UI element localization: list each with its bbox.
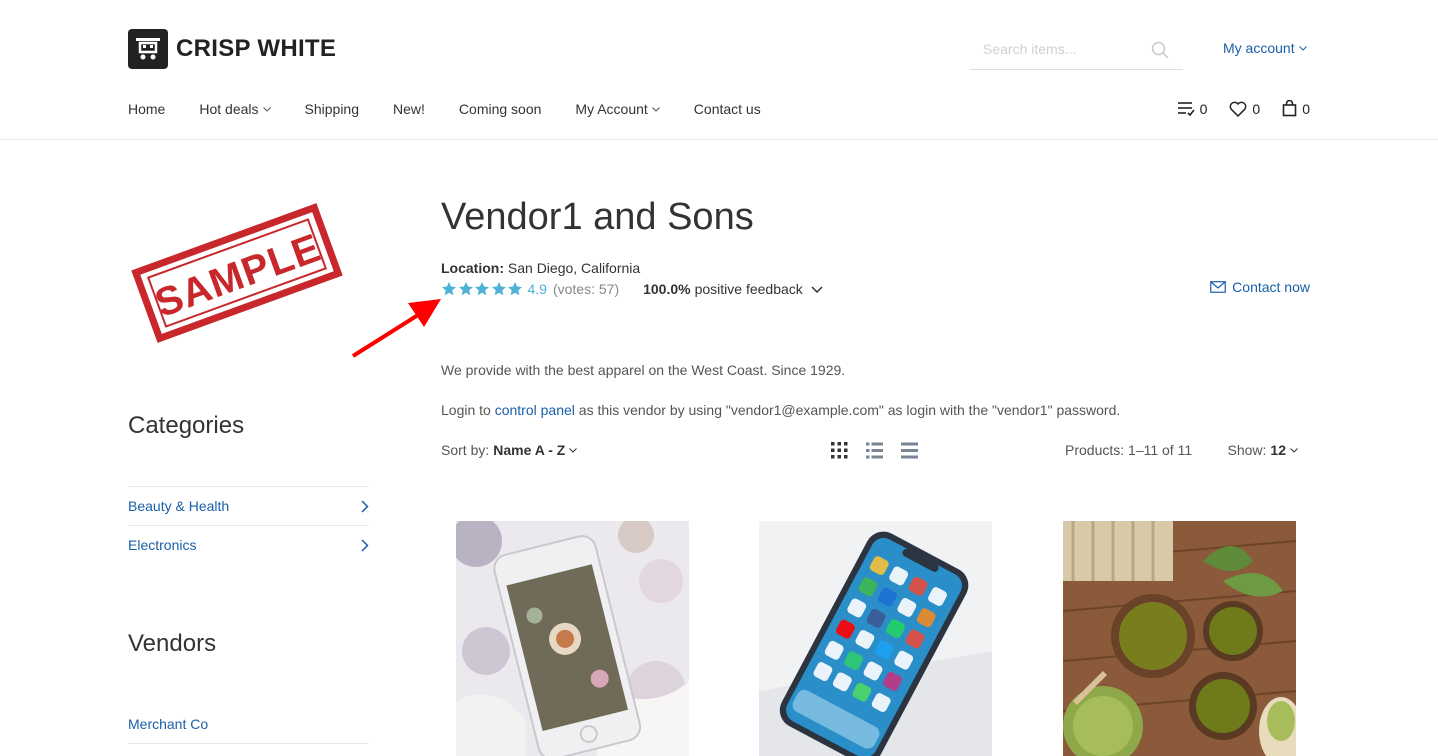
chevron-down-icon <box>651 106 660 112</box>
nav-hot-deals-label: Hot deals <box>199 101 259 117</box>
categories-heading: Categories <box>128 412 245 439</box>
site-header: CRISP WHITE My account Home Hot deals Sh… <box>0 0 1438 140</box>
cart-count: 0 <box>1302 100 1310 117</box>
annotation-arrow-icon <box>351 299 441 358</box>
compare-list-icon <box>1177 101 1195 116</box>
sort-value: Name A - Z <box>493 442 566 458</box>
vendors-list: Merchant Co <box>128 705 369 744</box>
vendor-title: Vendor1 and Sons <box>441 196 754 238</box>
feedback-percent: 100.0% <box>643 281 691 297</box>
nav-hot-deals[interactable]: Hot deals <box>199 98 271 120</box>
cart-counter[interactable]: 0 <box>1282 100 1310 117</box>
rating-value: 4.9 <box>527 281 547 297</box>
star-icon <box>491 282 506 296</box>
product-image-phone-in-hand[interactable] <box>456 521 689 756</box>
brand-name: CRISP WHITE <box>176 35 337 62</box>
main-nav: Home Hot deals Shipping New! Coming soon… <box>128 98 795 120</box>
vendor-rating-row: 4.9 (votes: 57) 100.0% positive feedback <box>441 281 823 297</box>
nav-coming-soon-label: Coming soon <box>458 101 542 117</box>
search-input[interactable] <box>970 30 1145 68</box>
nav-my-account-label: My Account <box>575 101 648 117</box>
chevron-down-icon <box>811 285 823 293</box>
envelope-icon <box>1210 281 1227 293</box>
nav-coming-soon[interactable]: Coming soon <box>459 98 542 120</box>
star-icon <box>475 282 489 296</box>
nav-shipping[interactable]: Shipping <box>305 98 360 120</box>
login-suffix: as this vendor by using "vendor1@example… <box>578 402 1121 418</box>
category-beauty-health[interactable]: Beauty & Health <box>128 486 369 525</box>
category-label: Electronics <box>128 537 197 553</box>
category-electronics[interactable]: Electronics <box>128 525 369 564</box>
my-account-dropdown[interactable]: My account <box>1223 40 1307 56</box>
product-image-iphone[interactable] <box>759 521 992 756</box>
nav-new-label: New! <box>393 101 425 117</box>
wishlist-counter[interactable]: 0 <box>1229 101 1260 117</box>
category-label: Beauty & Health <box>128 498 230 514</box>
rating-stars <box>441 281 524 297</box>
search-icon[interactable] <box>1151 41 1169 62</box>
login-prefix: Login to <box>441 402 491 418</box>
vendor-logo-sample: SAMPLE <box>128 200 346 346</box>
header-counters: 0 0 0 <box>1155 100 1310 117</box>
show-value: 12 <box>1270 442 1286 458</box>
view-mode-switcher <box>831 442 936 459</box>
nav-home[interactable]: Home <box>128 98 165 120</box>
chevron-down-icon <box>569 447 578 453</box>
grid-view-icon[interactable] <box>831 442 848 459</box>
compare-count: 0 <box>1199 100 1208 117</box>
heart-icon <box>1230 101 1247 117</box>
chevron-down-icon <box>262 106 271 112</box>
chevron-right-icon <box>361 499 369 513</box>
list-view-icon[interactable] <box>866 442 883 459</box>
chevron-right-icon <box>361 538 369 552</box>
compare-counter[interactable]: 0 <box>1177 100 1208 117</box>
categories-list: Beauty & Health Electronics <box>128 486 369 564</box>
my-account-label: My account <box>1223 40 1295 56</box>
products-count: Products: 1–11 of 11 <box>1065 442 1193 458</box>
nav-contact-us-label: Contact us <box>693 101 761 117</box>
sort-dropdown[interactable]: Sort by: Name A - Z <box>441 442 578 458</box>
chevron-down-icon <box>1290 447 1298 453</box>
nav-contact-us[interactable]: Contact us <box>694 98 761 120</box>
vendor-merchant-co[interactable]: Merchant Co <box>128 705 369 744</box>
cart-logo-icon <box>128 29 168 69</box>
chevron-down-icon <box>1298 45 1307 51</box>
nav-home-label: Home <box>128 101 166 117</box>
rating-votes: (votes: 57) <box>552 281 620 297</box>
product-image-matcha-tea[interactable] <box>1063 521 1296 756</box>
show-per-page-dropdown[interactable]: Show: 12 <box>1228 442 1299 458</box>
sort-label: Sort by: <box>441 442 490 458</box>
vendor-label: Merchant Co <box>128 716 209 732</box>
brand-logo[interactable]: CRISP WHITE <box>128 29 336 69</box>
control-panel-link[interactable]: control panel <box>495 402 575 418</box>
star-icon <box>458 282 473 296</box>
vendor-login-note: Login to control panel as this vendor by… <box>441 402 1120 418</box>
vendor-location: Location: San Diego, California <box>441 260 640 276</box>
wishlist-count: 0 <box>1252 100 1261 117</box>
show-label: Show: <box>1227 442 1267 458</box>
star-icon <box>508 282 522 296</box>
contact-now-link[interactable]: Contact now <box>1210 279 1310 295</box>
nav-shipping-label: Shipping <box>304 101 360 117</box>
compact-view-icon[interactable] <box>901 442 918 459</box>
feedback-label: positive feedback <box>694 281 803 297</box>
location-value: San Diego, California <box>507 260 641 276</box>
listing-toolbar: Sort by: Name A - Z Products: 1–11 of 11… <box>441 442 1310 462</box>
feedback-dropdown[interactable]: 100.0% positive feedback <box>643 281 823 297</box>
vendor-description: We provide with the best apparel on the … <box>441 362 846 378</box>
contact-now-label: Contact now <box>1232 279 1310 295</box>
nav-new[interactable]: New! <box>393 98 425 120</box>
vendors-heading: Vendors <box>128 630 217 657</box>
location-label: Location: <box>441 260 504 276</box>
nav-my-account[interactable]: My Account <box>575 98 660 120</box>
shopping-bag-icon <box>1282 100 1297 117</box>
search-box <box>970 30 1183 70</box>
